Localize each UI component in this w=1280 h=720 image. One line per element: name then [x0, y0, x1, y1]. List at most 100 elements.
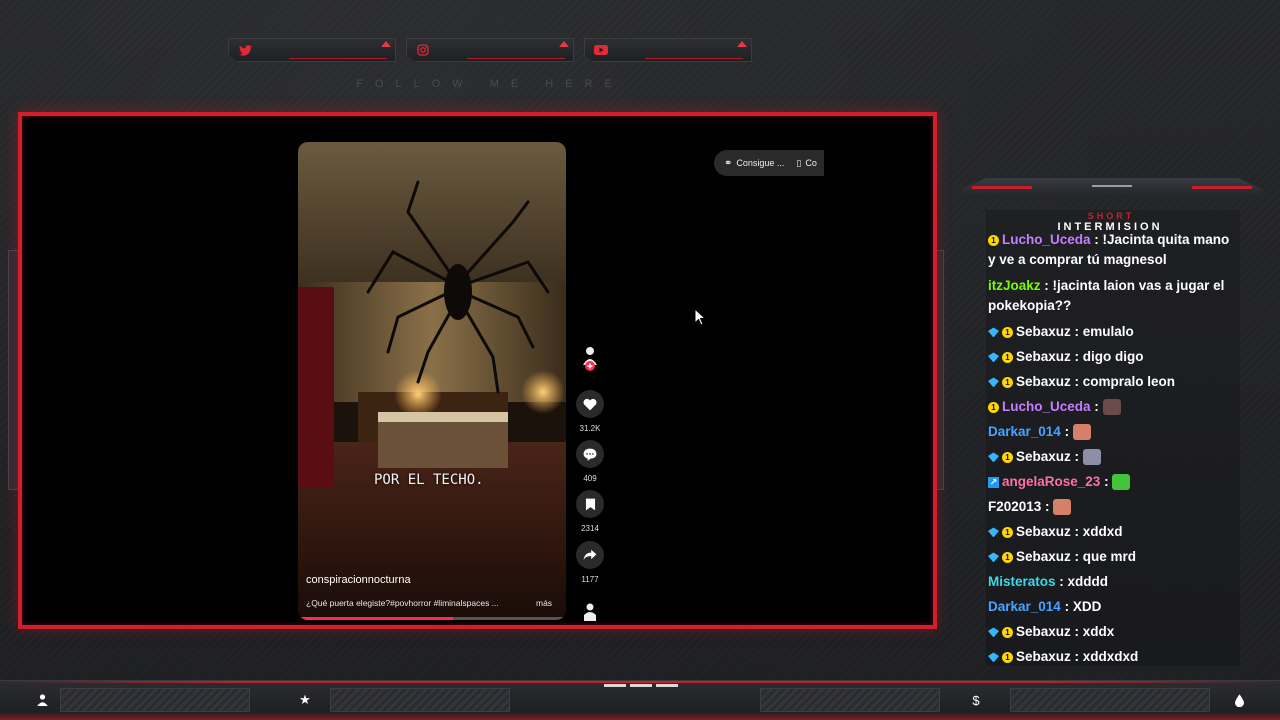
chat-message: Darkar_014 : [988, 422, 1240, 442]
chat-separator: : [1070, 649, 1083, 664]
bottom-center-dash [630, 684, 652, 687]
subscriber-badge-icon: 1 [1002, 551, 1013, 563]
chat-username[interactable]: F202013 [988, 499, 1041, 514]
chat-message: 1 Sebaxuz : xddxd [988, 522, 1240, 542]
chat-separator: : [1055, 574, 1068, 589]
heart-icon [576, 390, 604, 418]
like-button[interactable]: 31.2K [574, 390, 606, 433]
share-button[interactable]: 1177 [574, 541, 606, 584]
chat-message: Misteratos : xdddd [988, 572, 1240, 592]
subscriber-badge-icon: 1 [988, 234, 999, 246]
chat-text: que mrd [1082, 549, 1137, 564]
gem-badge-icon [988, 452, 999, 463]
video-thumbnail [298, 142, 566, 620]
chat-emote-icon [1102, 399, 1121, 416]
subscriber-badge-icon: 1 [1002, 351, 1013, 363]
device-icon: ▯ [796, 157, 802, 168]
video-progress-bar[interactable] [298, 617, 566, 620]
chat-message: 1 Lucho_Uceda : !Jacinta quita mano y ve … [988, 230, 1240, 270]
avatar-follow-icon [576, 344, 604, 372]
chat-message: 1 Sebaxuz : que mrd [988, 547, 1240, 567]
chat-message: 1 Sebaxuz : digo digo [988, 347, 1240, 367]
subscriber-badge-icon: 1 [1002, 526, 1013, 538]
share-icon [576, 541, 604, 569]
youtube-icon [593, 42, 609, 58]
chat-username[interactable]: Sebaxuz [1016, 549, 1071, 564]
get-app-label-2: Co [805, 158, 817, 168]
social-bar-instagram [406, 38, 574, 62]
chat-message: Darkar_014 : XDD [988, 597, 1240, 617]
chat-separator: : [1090, 399, 1103, 414]
chat-username[interactable]: Lucho_Uceda [1002, 399, 1091, 414]
subscriber-badge-icon: 1 [1002, 326, 1013, 338]
chat-text: xddx [1082, 624, 1115, 639]
chat-username[interactable]: Lucho_Uceda [1002, 232, 1091, 247]
chat-separator: : [1070, 324, 1083, 339]
gem-badge-icon [988, 352, 999, 363]
profile-icon [576, 598, 604, 626]
chat-separator: : [1070, 374, 1083, 389]
chat-text: digo digo [1082, 349, 1144, 364]
chat-username[interactable]: itzJoakz [988, 278, 1041, 293]
chat-username[interactable]: Darkar_014 [988, 424, 1061, 439]
chat-username[interactable]: Sebaxuz [1016, 649, 1071, 664]
chat-message: 1 Sebaxuz : emulalo [988, 322, 1240, 342]
chat-username[interactable]: Sebaxuz [1016, 374, 1071, 389]
chat-username[interactable]: Sebaxuz [1016, 324, 1071, 339]
gem-badge-icon [988, 327, 999, 338]
dollar-icon: $ [972, 692, 980, 708]
chat-text: XDD [1072, 599, 1102, 614]
profile-button[interactable] [574, 598, 606, 626]
comment-count: 409 [583, 474, 597, 483]
chat-emote-icon [1082, 449, 1101, 466]
video-username[interactable]: conspiracionnocturna [306, 574, 411, 586]
gem-badge-icon [988, 552, 999, 563]
short-video[interactable]: POR EL TECHO. conspiracionnocturna ¿Qué … [298, 142, 566, 620]
drop-icon [1231, 692, 1247, 708]
bottom-segment [1010, 688, 1210, 712]
chat-text: xddxdxd [1082, 649, 1139, 664]
bookmark-icon [576, 490, 604, 518]
chat-message: 1 Sebaxuz : xddx [988, 622, 1240, 642]
stream-frame: POR EL TECHO. conspiracionnocturna ¿Qué … [18, 112, 937, 629]
social-bar-youtube [584, 38, 752, 62]
chat-emote-icon [1112, 474, 1131, 491]
mouse-cursor-icon [694, 308, 706, 326]
chat-separator: : [1041, 499, 1054, 514]
chat-username[interactable]: Sebaxuz [1016, 349, 1071, 364]
chat-username[interactable]: angelaRose_23 [1002, 474, 1100, 489]
user-icon [34, 692, 50, 708]
twitter-icon [237, 42, 253, 58]
chat-message: 1 Sebaxuz : xddxdxd [988, 647, 1240, 667]
chat-text: emulalo [1082, 324, 1134, 339]
gem-badge-icon [988, 652, 999, 663]
chat-emote-icon [1072, 424, 1091, 441]
follow-avatar-button[interactable] [574, 344, 606, 372]
star-icon: ★ [299, 692, 311, 707]
instagram-icon [415, 42, 431, 58]
chat-message: 1 Sebaxuz : [988, 447, 1240, 467]
chat-username[interactable]: Darkar_014 [988, 599, 1061, 614]
get-app-label: Consigue ... [736, 158, 785, 168]
chat-username[interactable]: Sebaxuz [1016, 449, 1071, 464]
gem-badge-icon [988, 377, 999, 388]
comment-button[interactable]: 409 [574, 440, 606, 483]
bottom-segment [60, 688, 250, 712]
bookmark-button[interactable]: 2314 [574, 490, 606, 533]
chat-separator: : [1060, 599, 1073, 614]
bottom-center-dash [604, 684, 626, 687]
bottom-center-dash [656, 684, 678, 687]
subscriber-badge-icon: 1 [1002, 626, 1013, 638]
more-link[interactable]: más [536, 598, 552, 608]
get-app-pill[interactable]: ⚭ Consigue ... ▯ Co [714, 150, 824, 176]
chat-text: compralo leon [1082, 374, 1176, 389]
comment-icon [576, 440, 604, 468]
bottom-glow [0, 712, 1280, 720]
tiktok-logo-icon: ⚭ [724, 157, 733, 169]
chat-username[interactable]: Misteratos [988, 574, 1056, 589]
chat-message: ↗ angelaRose_23 : [988, 472, 1240, 492]
subscriber-badge-icon: 1 [988, 401, 999, 413]
chat-username[interactable]: Sebaxuz [1016, 524, 1071, 539]
chat-separator: : [1070, 524, 1083, 539]
chat-username[interactable]: Sebaxuz [1016, 624, 1071, 639]
